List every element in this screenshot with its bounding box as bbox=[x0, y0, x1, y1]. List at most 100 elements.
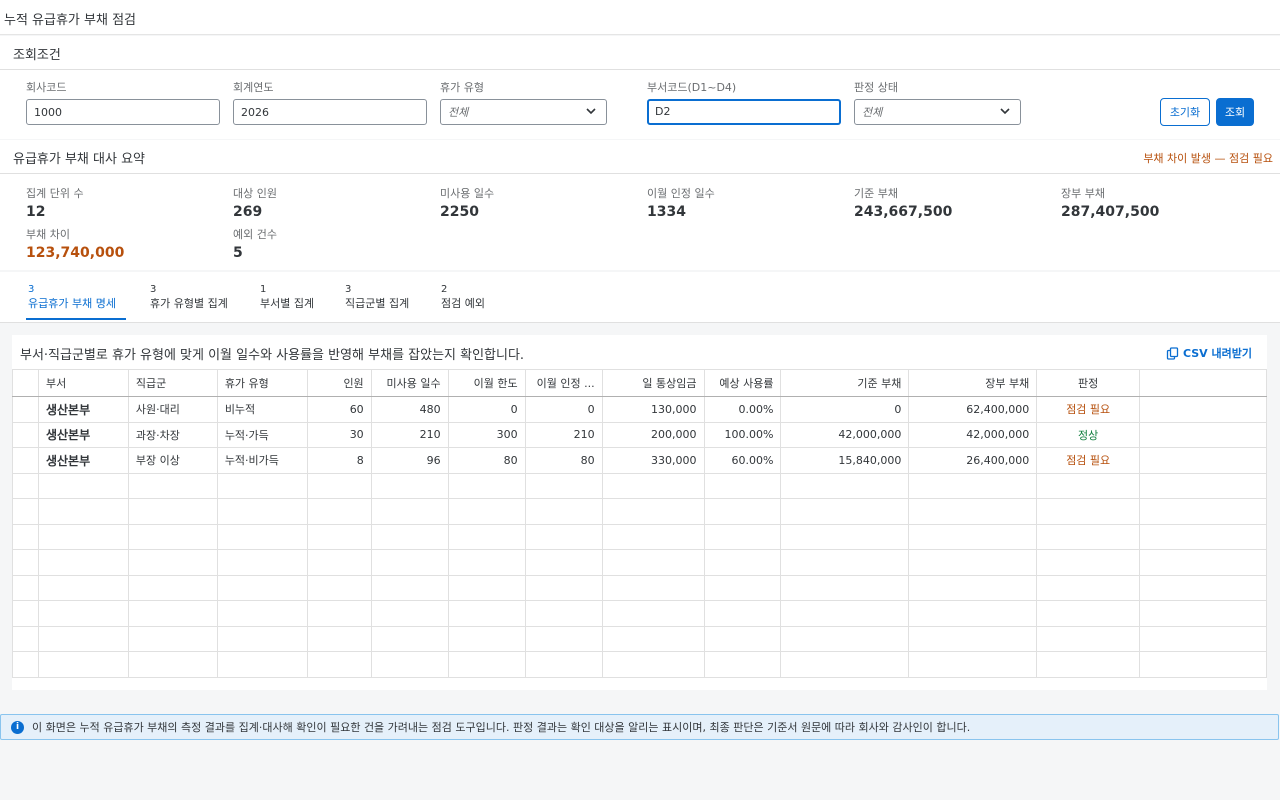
divider bbox=[0, 173, 1280, 174]
tab-count: 2 bbox=[441, 284, 448, 295]
empty-row bbox=[12, 651, 1267, 678]
kpi-label: 예외 건수 bbox=[233, 228, 277, 241]
status-placeholder: 전체 bbox=[862, 106, 883, 119]
column-header[interactable]: 이월 인정 ... bbox=[524, 369, 603, 397]
cell-status: 점검 필요 bbox=[1036, 396, 1141, 423]
leave-type-select[interactable]: 전체 bbox=[440, 99, 607, 125]
tab-count: 3 bbox=[150, 284, 157, 295]
kpi-value: 12 bbox=[26, 204, 46, 220]
tab-label: 부서별 집계 bbox=[260, 297, 315, 310]
company-code-input[interactable]: 1000 bbox=[26, 99, 220, 125]
company-code-label: 회사코드 bbox=[26, 81, 67, 94]
cell-unused-days: 480 bbox=[370, 396, 449, 423]
filler-header bbox=[1139, 369, 1267, 397]
row-selector[interactable] bbox=[12, 447, 39, 474]
search-button[interactable]: 조회 bbox=[1216, 98, 1254, 126]
summary-section: 유급휴가 부채 대사 요약 부채 차이 발생 — 점검 필요 집계 단위 수 1… bbox=[0, 140, 1280, 270]
empty-row bbox=[12, 498, 1267, 525]
cell-base-liability: 15,840,000 bbox=[780, 447, 910, 474]
copy-icon bbox=[1166, 346, 1179, 360]
tab-dept-summary[interactable]: 1 부서별 집계 bbox=[260, 284, 314, 312]
empty-row bbox=[12, 600, 1267, 627]
column-header[interactable]: 예상 사용률 bbox=[703, 369, 782, 397]
leave-type-label: 휴가 유형 bbox=[440, 81, 484, 94]
column-header[interactable]: 직급군 bbox=[127, 369, 218, 397]
kpi-label: 부채 차이 bbox=[26, 228, 70, 241]
table-row[interactable]: 생산본부 과장·차장 누적·가득 30 210 300 210 200,000 … bbox=[12, 421, 1267, 448]
table-row[interactable]: 생산본부 부장 이상 누적·비가득 8 96 80 80 330,000 60.… bbox=[12, 447, 1267, 474]
kpi-value: 1334 bbox=[647, 204, 686, 220]
column-header[interactable]: 부서 bbox=[37, 369, 129, 397]
tab-leave-type-summary[interactable]: 3 휴가 유형별 집계 bbox=[150, 284, 228, 312]
filter-section-title: 조회조건 bbox=[13, 48, 61, 63]
cell-book-liability: 42,000,000 bbox=[908, 421, 1038, 448]
reset-button[interactable]: 초기화 bbox=[1160, 98, 1210, 126]
column-header[interactable]: 미사용 일수 bbox=[370, 369, 449, 397]
divider bbox=[0, 69, 1280, 70]
empty-row bbox=[12, 523, 1267, 550]
cell-usage-rate: 60.00% bbox=[703, 447, 782, 474]
row-selector-header[interactable] bbox=[12, 369, 39, 397]
summary-title: 유급휴가 부채 대사 요약 bbox=[13, 152, 145, 167]
kpi-value: 2250 bbox=[440, 204, 479, 220]
cell-base-liability: 0 bbox=[780, 396, 910, 423]
kpi-label: 이월 인정 일수 bbox=[647, 187, 715, 200]
column-header[interactable]: 판정 bbox=[1036, 369, 1141, 397]
table-row[interactable]: 생산본부 사원·대리 비누적 60 480 0 0 130,000 0.00% … bbox=[12, 396, 1267, 423]
cell-grade: 과장·차장 bbox=[127, 421, 218, 448]
tab-grade-summary[interactable]: 3 직급군별 집계 bbox=[345, 284, 409, 312]
csv-download-button[interactable]: CSV 내려받기 bbox=[1166, 345, 1252, 361]
kpi-value: 287,407,500 bbox=[1061, 204, 1160, 220]
cell-headcount: 60 bbox=[306, 396, 372, 423]
cell-grade: 부장 이상 bbox=[127, 447, 218, 474]
row-selector[interactable] bbox=[12, 421, 39, 448]
fiscal-year-input[interactable]: 2026 bbox=[233, 99, 427, 125]
tab-label: 휴가 유형별 집계 bbox=[150, 297, 228, 310]
tab-liability-detail[interactable]: 3 유급휴가 부채 명세 bbox=[28, 284, 116, 312]
cell-headcount: 8 bbox=[306, 447, 372, 474]
column-header[interactable]: 일 통상임금 bbox=[601, 369, 705, 397]
cell-leave-type: 누적·비가득 bbox=[216, 447, 308, 474]
summary-warning: 부채 차이 발생 — 점검 필요 bbox=[1143, 152, 1273, 165]
column-header[interactable]: 인원 bbox=[306, 369, 372, 397]
cell-carryover-days: 80 bbox=[524, 447, 603, 474]
cell-book-liability: 26,400,000 bbox=[908, 447, 1038, 474]
dept-code-input[interactable]: D2 bbox=[647, 99, 841, 125]
kpi-carryover-days: 이월 인정 일수 1334 bbox=[647, 185, 715, 220]
chevron-down-icon bbox=[1000, 108, 1010, 115]
tab-label: 유급휴가 부채 명세 bbox=[28, 297, 116, 310]
title-bar: 누적 유급휴가 부채 점검 bbox=[0, 0, 1280, 35]
cell-dept: 생산본부 bbox=[37, 447, 129, 474]
cell-leave-type: 비누적 bbox=[216, 396, 308, 423]
cell-usage-rate: 100.00% bbox=[703, 421, 782, 448]
cell-unused-days: 210 bbox=[370, 421, 449, 448]
column-header[interactable]: 기준 부채 bbox=[780, 369, 910, 397]
cell-leave-type: 누적·가득 bbox=[216, 421, 308, 448]
kpi-headcount: 대상 인원 269 bbox=[233, 185, 277, 220]
filler-cell bbox=[1139, 447, 1267, 474]
kpi-unused-days: 미사용 일수 2250 bbox=[440, 185, 494, 220]
cell-headcount: 30 bbox=[306, 421, 372, 448]
csv-download-label: CSV 내려받기 bbox=[1182, 347, 1252, 360]
tab-exceptions[interactable]: 2 점검 예외 bbox=[441, 284, 485, 312]
cell-grade: 사원·대리 bbox=[127, 396, 218, 423]
row-selector[interactable] bbox=[12, 396, 39, 423]
column-header[interactable]: 이월 한도 bbox=[447, 369, 526, 397]
cell-book-liability: 62,400,000 bbox=[908, 396, 1038, 423]
page-title: 누적 유급휴가 부채 점검 bbox=[4, 13, 136, 28]
kpi-book-liability: 장부 부채 287,407,500 bbox=[1061, 185, 1159, 220]
cell-daily-wage: 200,000 bbox=[601, 421, 705, 448]
column-header[interactable]: 휴가 유형 bbox=[216, 369, 308, 397]
cell-daily-wage: 330,000 bbox=[601, 447, 705, 474]
column-header[interactable]: 장부 부채 bbox=[908, 369, 1038, 397]
panel-description: 부서·직급군별로 휴가 유형에 맞게 이월 일수와 사용률을 반영해 부채를 잡… bbox=[20, 348, 525, 363]
info-message-text: 이 화면은 누적 유급휴가 부채의 측정 결과를 집계·대사해 확인이 필요한 … bbox=[32, 721, 971, 734]
info-message-strip: i 이 화면은 누적 유급휴가 부채의 측정 결과를 집계·대사해 확인이 필요… bbox=[0, 714, 1279, 740]
kpi-label: 집계 단위 수 bbox=[26, 187, 84, 200]
cell-dept: 생산본부 bbox=[37, 421, 129, 448]
leave-type-placeholder: 전체 bbox=[448, 106, 469, 119]
empty-row bbox=[12, 625, 1267, 652]
status-select[interactable]: 전체 bbox=[854, 99, 1021, 125]
cell-status: 정상 bbox=[1036, 421, 1141, 448]
filler-cell bbox=[1139, 396, 1267, 423]
